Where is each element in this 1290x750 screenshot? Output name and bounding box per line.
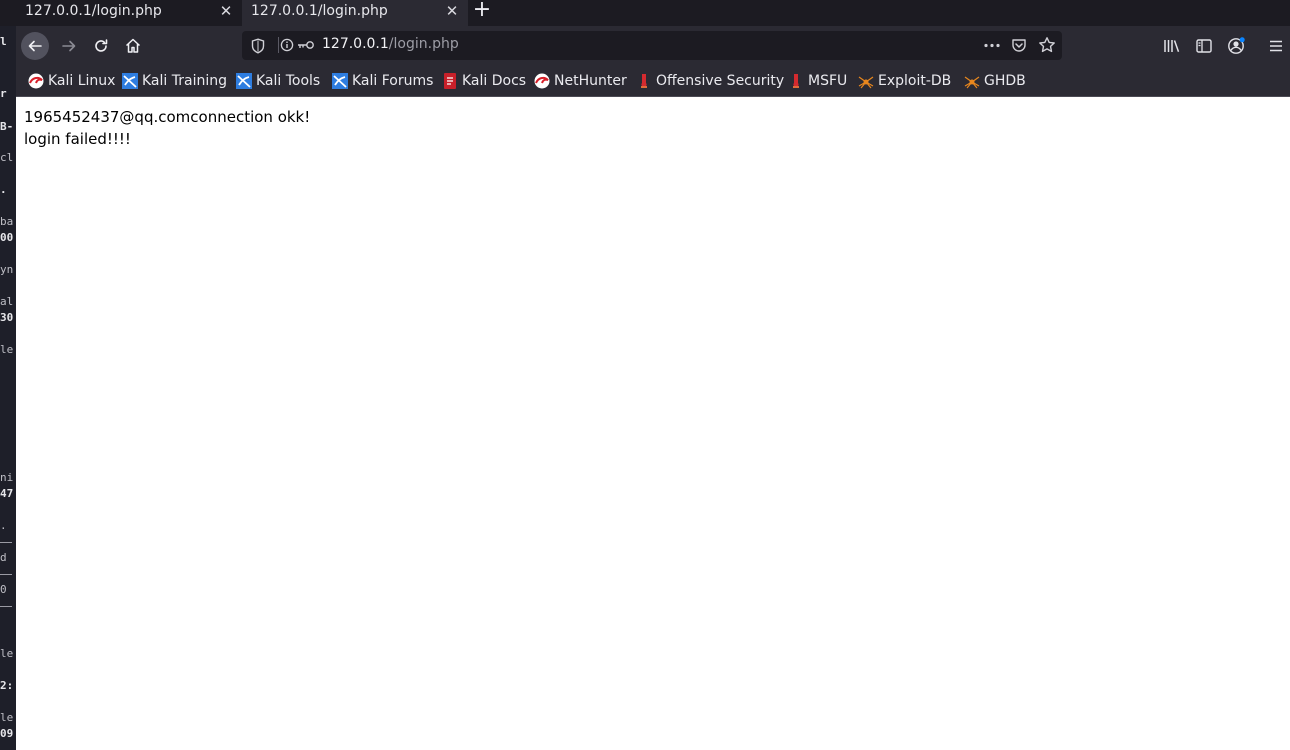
tab-strip: 127.0.0.1/login.php ✕ 127.0.0.1/login.ph… bbox=[0, 0, 1290, 26]
url-path: /login.php bbox=[388, 36, 459, 52]
terminal-fragment: ni bbox=[0, 471, 14, 484]
pocket-icon[interactable] bbox=[1011, 37, 1027, 53]
terminal-fragment: al bbox=[0, 295, 14, 308]
tab-title: 127.0.0.1/login.php bbox=[25, 3, 162, 19]
bookmark-star-icon[interactable] bbox=[1038, 36, 1056, 54]
terminal-fragment: B- bbox=[0, 120, 14, 133]
close-tab-icon[interactable]: ✕ bbox=[442, 1, 462, 21]
bookmark-exploit-db[interactable]: Exploit-DB bbox=[858, 72, 951, 90]
kali-dragon-icon bbox=[28, 73, 44, 89]
new-tab-button[interactable]: + bbox=[470, 0, 494, 22]
connection-message: 1965452437@qq.comconnection okk! bbox=[24, 108, 311, 126]
page-content: 1965452437@qq.comconnection okk! login f… bbox=[16, 97, 1290, 750]
terminal-rule bbox=[0, 606, 12, 607]
kali-tools-icon bbox=[236, 73, 252, 89]
library-icon bbox=[1164, 40, 1180, 53]
site-info-icon[interactable] bbox=[280, 38, 294, 52]
terminal-fragment: 00 bbox=[0, 231, 14, 244]
terminal-fragment: d bbox=[0, 551, 7, 564]
account-avatar-icon bbox=[1228, 37, 1245, 54]
login-status-message: login failed!!!! bbox=[24, 130, 131, 148]
bookmark-kali-forums[interactable]: Kali Forums bbox=[332, 72, 433, 90]
app-menu-button[interactable] bbox=[1266, 36, 1286, 56]
terminal-fragment: . bbox=[0, 183, 7, 196]
back-button[interactable] bbox=[21, 32, 49, 60]
terminal-fragment: cl bbox=[0, 151, 14, 164]
terminal-fragment: 47 bbox=[0, 487, 14, 500]
reload-button[interactable] bbox=[87, 32, 115, 60]
bookmark-ghdb[interactable]: GHDB bbox=[964, 72, 1026, 90]
tab-title: 127.0.0.1/login.php bbox=[251, 3, 388, 19]
library-button[interactable] bbox=[1162, 36, 1182, 56]
terminal-fragment: r bbox=[0, 87, 7, 100]
home-icon bbox=[125, 38, 141, 53]
key-icon[interactable] bbox=[297, 40, 315, 50]
bookmark-label: NetHunter bbox=[554, 73, 627, 89]
account-button[interactable] bbox=[1226, 36, 1246, 56]
bookmark-kali-training[interactable]: Kali Training bbox=[122, 72, 227, 90]
navigation-toolbar: 127.0.0.1/login.php bbox=[16, 26, 1290, 66]
back-arrow-icon bbox=[28, 40, 42, 52]
terminal-rule bbox=[0, 542, 12, 543]
bookmarks-toolbar: Kali Linux Kali Training Kali Tools Kali… bbox=[16, 66, 1290, 97]
terminal-fragment: 0 bbox=[0, 583, 7, 596]
close-tab-icon[interactable]: ✕ bbox=[216, 1, 236, 21]
address-bar[interactable]: 127.0.0.1/login.php bbox=[242, 31, 1062, 60]
home-button[interactable] bbox=[119, 32, 147, 60]
page-actions-menu-icon[interactable] bbox=[983, 43, 1001, 48]
kali-docs-icon bbox=[444, 73, 456, 89]
terminal-fragment: l bbox=[0, 35, 7, 48]
hamburger-menu-icon bbox=[1270, 40, 1282, 52]
tracking-protection-shield-icon[interactable] bbox=[251, 38, 265, 54]
terminal-fragment: le bbox=[0, 343, 14, 356]
bookmark-label: MSFU bbox=[808, 73, 848, 89]
bookmark-label: Kali Docs bbox=[462, 73, 527, 89]
terminal-fragment: 30 bbox=[0, 311, 14, 324]
forward-button[interactable] bbox=[55, 32, 83, 60]
nethunter-icon bbox=[534, 73, 550, 89]
background-terminal-edge: l r B- cl . ba 00 yn al 30 le ni 47 . d … bbox=[0, 26, 17, 750]
ghdb-spider-icon bbox=[964, 76, 980, 89]
tab-login-inactive[interactable]: 127.0.0.1/login.php ✕ bbox=[16, 0, 242, 26]
bookmark-nethunter[interactable]: NetHunter bbox=[534, 72, 627, 90]
tab-login-active[interactable]: 127.0.0.1/login.php ✕ bbox=[242, 0, 468, 26]
terminal-rule bbox=[0, 574, 12, 575]
forward-arrow-icon bbox=[62, 40, 76, 52]
bookmark-label: GHDB bbox=[984, 73, 1026, 89]
bookmark-offensive-security[interactable]: Offensive Security bbox=[636, 72, 784, 90]
bookmark-kali-tools[interactable]: Kali Tools bbox=[236, 72, 320, 90]
bookmark-kali-docs[interactable]: Kali Docs bbox=[442, 72, 526, 90]
terminal-fragment: le bbox=[0, 647, 14, 660]
terminal-fragment: 2: bbox=[0, 679, 14, 692]
msfu-icon bbox=[793, 74, 799, 88]
bookmark-label: Kali Linux bbox=[48, 73, 116, 89]
terminal-fragment: yn bbox=[0, 263, 14, 276]
separator bbox=[278, 37, 279, 53]
bookmark-label: Kali Forums bbox=[352, 73, 434, 89]
reload-icon bbox=[95, 39, 108, 52]
offsec-icon bbox=[641, 74, 647, 88]
bookmark-label: Kali Tools bbox=[256, 73, 321, 89]
terminal-fragment: ba bbox=[0, 215, 14, 228]
kali-forums-icon bbox=[332, 73, 348, 89]
bookmark-label: Exploit-DB bbox=[878, 73, 952, 89]
terminal-fragment: 09 bbox=[0, 727, 14, 740]
bookmark-label: Offensive Security bbox=[656, 73, 785, 89]
exploit-db-spider-icon bbox=[858, 76, 874, 89]
bookmark-label: Kali Training bbox=[142, 73, 227, 89]
notification-dot-icon bbox=[1239, 37, 1245, 43]
kali-training-icon bbox=[122, 73, 138, 89]
sidebar-icon bbox=[1196, 39, 1212, 53]
terminal-fragment: . bbox=[0, 519, 7, 532]
sidebar-toggle-button[interactable] bbox=[1194, 36, 1214, 56]
terminal-fragment: le bbox=[0, 711, 14, 724]
bookmark-kali-linux[interactable]: Kali Linux bbox=[28, 72, 115, 90]
url-text[interactable]: 127.0.0.1/login.php bbox=[322, 36, 459, 52]
bookmark-msfu[interactable]: MSFU bbox=[788, 72, 847, 90]
url-host: 127.0.0.1 bbox=[322, 36, 389, 52]
